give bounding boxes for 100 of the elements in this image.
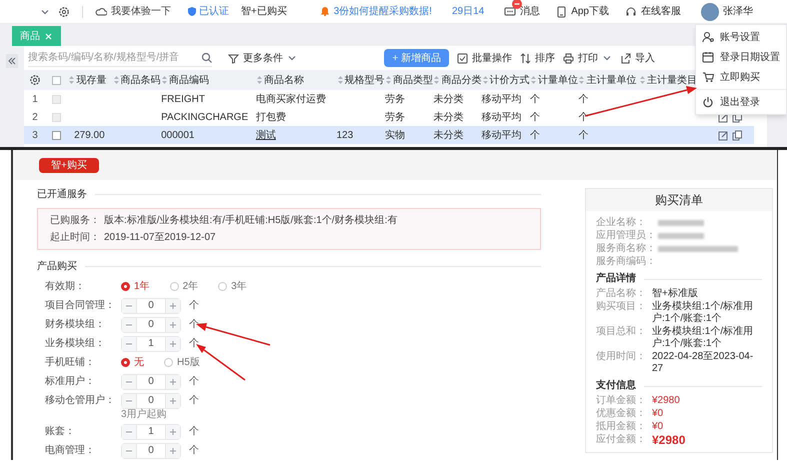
- column-header[interactable]: 商品条码: [120, 72, 161, 88]
- sort-button[interactable]: 排序: [520, 50, 555, 66]
- column-header[interactable]: 规格型号: [344, 72, 384, 88]
- notice-link[interactable]: 3份如何提醒采购数据!: [334, 4, 432, 19]
- chevron-down-icon: [287, 53, 297, 63]
- decrement-button[interactable]: [122, 444, 137, 458]
- number-stepper[interactable]: 1: [121, 424, 181, 440]
- plus-icon: [169, 302, 177, 310]
- info-value: 智+标准版: [652, 288, 698, 300]
- unit-label: 个: [189, 299, 199, 313]
- plus-icon: [169, 396, 177, 404]
- search-field[interactable]: 搜索条码/编码/名称/规格型号/拼音: [28, 49, 212, 67]
- settings-icon: [29, 74, 42, 86]
- number-stepper[interactable]: 0: [121, 442, 181, 458]
- unit-label: 个: [189, 394, 199, 408]
- table-cell: 未分类: [433, 112, 464, 122]
- number-stepper[interactable]: 0: [121, 374, 181, 390]
- collapse-button[interactable]: [6, 54, 18, 68]
- close-icon: [44, 32, 53, 40]
- number-stepper[interactable]: 0: [121, 298, 181, 314]
- messages-link[interactable]: 消息: [504, 4, 540, 19]
- decrement-button[interactable]: [122, 336, 137, 350]
- increment-button[interactable]: [165, 394, 180, 408]
- sort-icon: [161, 75, 168, 85]
- user-name[interactable]: 张泽华: [723, 4, 753, 19]
- support-link[interactable]: 在线客服: [625, 4, 681, 19]
- sort-icon: [68, 75, 76, 85]
- app-download-link[interactable]: App下载: [556, 4, 609, 19]
- increment-button[interactable]: [165, 444, 180, 458]
- column-header[interactable]: 现存量: [76, 72, 106, 88]
- import-button[interactable]: 导入: [620, 50, 655, 66]
- field-label: 账套：: [45, 424, 76, 439]
- buy-button[interactable]: 智+购买: [39, 158, 99, 172]
- menu-item[interactable]: 登录日期设置: [696, 47, 786, 67]
- sort-icon: [578, 75, 586, 85]
- filter-button[interactable]: 更多条件: [228, 50, 297, 66]
- info-label: 企业名称：: [596, 217, 647, 229]
- print-button[interactable]: 打印: [563, 50, 612, 66]
- info-value: 版本:标准版/业务模块组:有/手机旺铺:H5版/账套:1个/财务模块组:有: [104, 214, 398, 228]
- edit-icon: [718, 130, 728, 140]
- try-link[interactable]: 我要体验一下: [95, 4, 171, 19]
- column-header[interactable]: 主计量单位: [586, 72, 636, 88]
- redacted-text: [658, 220, 704, 226]
- increment-button[interactable]: [165, 298, 180, 312]
- sort-icon: [530, 75, 538, 85]
- cloud-icon: [95, 6, 107, 18]
- batch-button[interactable]: 批量操作: [457, 50, 512, 66]
- radio-option[interactable]: 1年: [121, 279, 150, 294]
- increment-button[interactable]: [165, 318, 180, 332]
- column-header[interactable]: 计量单位: [538, 72, 578, 88]
- plus-icon: [169, 320, 177, 328]
- decrement-button[interactable]: [122, 298, 137, 312]
- decrement-button[interactable]: [122, 318, 137, 332]
- column-header[interactable]: 主计量类目: [646, 72, 697, 88]
- amount-value: ¥0: [652, 408, 664, 420]
- increment-button[interactable]: [165, 424, 180, 438]
- decrement-button[interactable]: [122, 394, 137, 408]
- unit-label: 个: [189, 337, 199, 351]
- field-label: 手机旺铺：: [45, 356, 96, 370]
- info-value: 业务模块组:1个/标准用户:1个/账套:1个: [652, 326, 754, 350]
- menu-item[interactable]: 退出登录: [696, 92, 786, 112]
- column-header[interactable]: 计价方式: [490, 72, 530, 88]
- field-label: 财务模块组：: [45, 318, 106, 332]
- stepper-value: 0: [147, 394, 155, 408]
- date-text: 29日14: [452, 5, 484, 19]
- field-label: 标准用户：: [45, 374, 96, 389]
- hint-text: 3用户起购: [121, 409, 167, 421]
- radio-option[interactable]: 2年: [170, 279, 198, 294]
- chevron-down-icon: [602, 53, 612, 63]
- checkbox[interactable]: [52, 130, 61, 140]
- info-label: 项目总和：: [596, 326, 647, 339]
- increment-button[interactable]: [165, 374, 180, 388]
- avatar[interactable]: [701, 2, 719, 20]
- menu-item[interactable]: 账号设置: [696, 27, 786, 47]
- section-title: 已开通服务: [37, 188, 87, 202]
- decrement-button[interactable]: [122, 374, 137, 388]
- unit-label: 个: [189, 425, 199, 439]
- stepper-value: 1: [147, 425, 155, 438]
- sort-icon: [384, 75, 392, 85]
- settings-icon: [58, 6, 70, 18]
- column-header[interactable]: 商品类型: [392, 72, 433, 88]
- table-cell: 移动平均: [482, 94, 522, 104]
- table-cell: 电商买家付运费: [256, 94, 326, 104]
- column-header[interactable]: 商品编码: [169, 72, 210, 88]
- number-stepper[interactable]: 0: [121, 392, 181, 408]
- decrement-button[interactable]: [122, 424, 137, 438]
- radio-option[interactable]: 无: [121, 355, 144, 370]
- number-stepper[interactable]: 1: [121, 336, 181, 352]
- increment-button[interactable]: [165, 336, 180, 350]
- number-stepper[interactable]: 0: [121, 316, 181, 332]
- radio-option[interactable]: 3年: [218, 279, 247, 294]
- checkbox[interactable]: [52, 76, 61, 84]
- field-label: 电商管理：: [45, 444, 96, 458]
- column-header[interactable]: 商品分类: [441, 72, 482, 88]
- info-value: 2022-04-28至2023-04-27: [652, 351, 754, 375]
- product-link[interactable]: 测试: [256, 130, 276, 140]
- stepper-value: 0: [147, 375, 155, 388]
- column-header[interactable]: 商品名称: [264, 72, 304, 88]
- radio-option[interactable]: H5版: [164, 355, 200, 370]
- menu-item[interactable]: 立即购买: [696, 67, 786, 87]
